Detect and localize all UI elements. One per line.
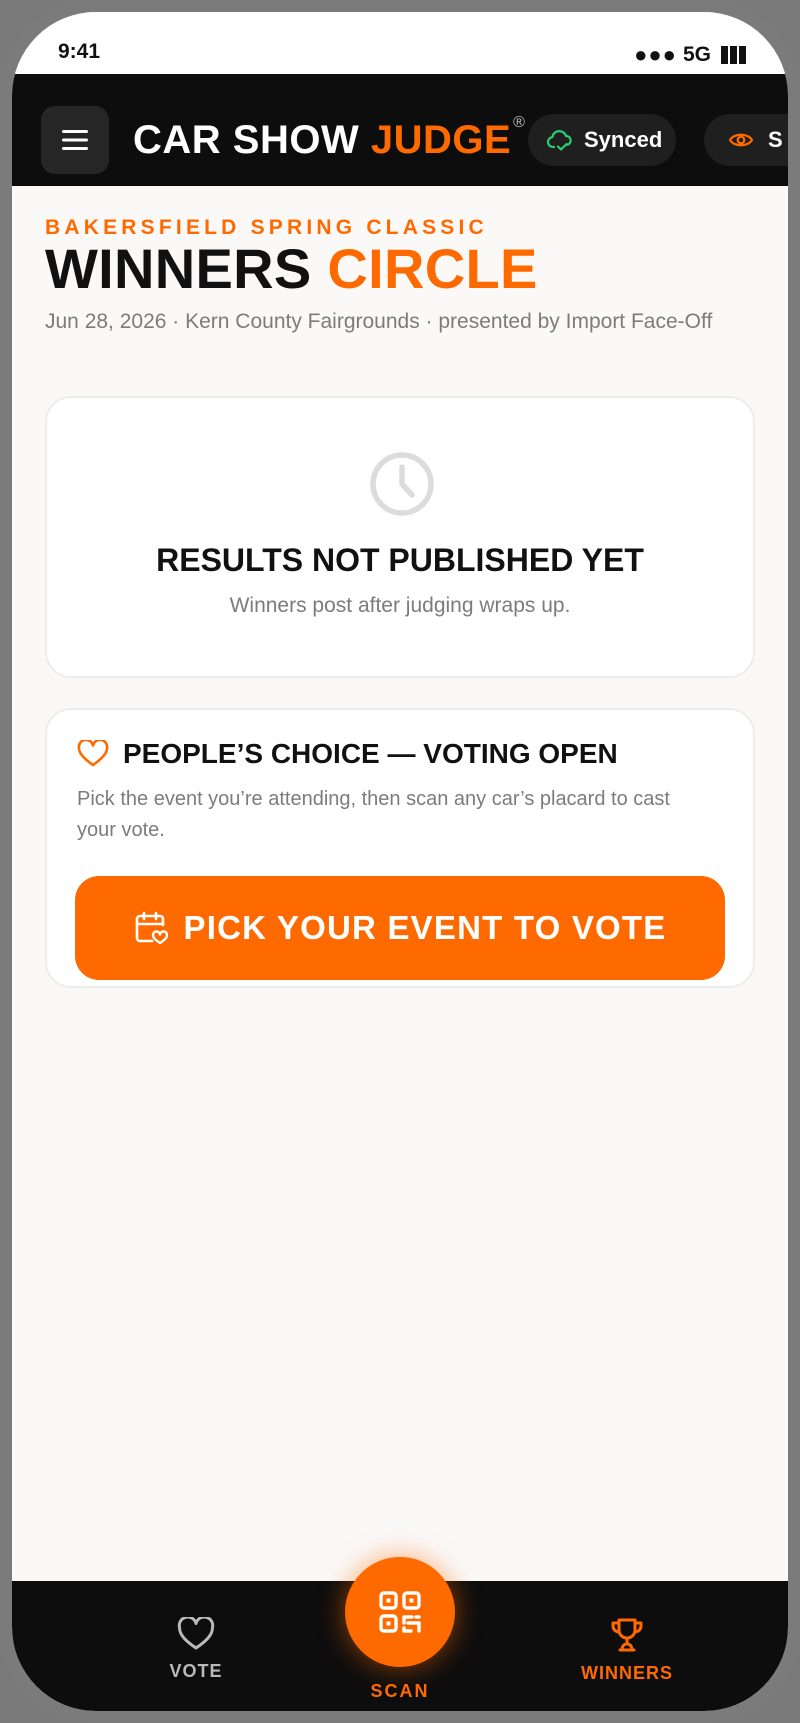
sync-status-pill[interactable]: Synced <box>528 114 676 166</box>
peoples-choice-card: PEOPLE’S CHOICE — VOTING OPEN Pick the e… <box>45 708 755 988</box>
status-time: 9:41 <box>58 40 101 63</box>
page-title: WINNERS CIRCLE <box>45 236 538 301</box>
network-label: 5G <box>682 43 711 66</box>
nav-vote-label: VOTE <box>169 1661 223 1681</box>
view-mode-pill[interactable]: S <box>704 114 788 166</box>
event-meta: Jun 28, 2026 · Kern County Fairgrounds ·… <box>45 310 713 333</box>
signal-icon: ●●● <box>634 42 677 67</box>
scan-label: SCAN <box>370 1681 430 1701</box>
cloud-check-icon <box>546 130 572 151</box>
brand-text: CAR SHOW <box>133 118 371 162</box>
scan-button[interactable] <box>345 1557 455 1667</box>
app-screen: 9:41 ●●● 5G CAR SHOW JUDGE ® Synced S BA… <box>12 12 788 1711</box>
pick-event-button-label: PICK YOUR EVENT TO VOTE <box>183 909 667 946</box>
results-status-title: RESULTS NOT PUBLISHED YET <box>156 542 644 578</box>
hamburger-menu-icon <box>62 130 88 150</box>
clock-icon <box>370 452 434 516</box>
nav-vote[interactable]: VOTE <box>96 1581 296 1711</box>
battery-icon <box>721 46 746 64</box>
registered-mark: ® <box>513 114 526 131</box>
heart-icon <box>77 740 109 767</box>
eye-icon <box>728 133 754 147</box>
menu-button[interactable] <box>41 106 109 174</box>
trophy-icon <box>611 1618 643 1652</box>
pick-event-button[interactable]: PICK YOUR EVENT TO VOTE <box>75 876 725 980</box>
status-bar: 9:41 ●●● 5G <box>12 12 788 74</box>
calendar-heart-icon <box>135 911 168 945</box>
qr-code-icon <box>379 1591 421 1633</box>
peoples-choice-header: PEOPLE’S CHOICE — VOTING OPEN <box>77 738 618 770</box>
peoples-choice-description: Pick the event you’re attending, then sc… <box>77 788 670 841</box>
sync-status-label: Synced <box>584 127 663 152</box>
nav-winners[interactable]: WINNERS <box>527 1581 727 1711</box>
page-title-text: WINNERS <box>45 237 328 300</box>
results-status-subtitle: Winners post after judging wraps up. <box>229 594 571 617</box>
view-mode-label: S <box>768 127 783 152</box>
app-brand: CAR SHOW JUDGE ® <box>133 114 525 163</box>
app-header: CAR SHOW JUDGE ® Synced S <box>12 74 788 186</box>
results-empty-card: RESULTS NOT PUBLISHED YET Winners post a… <box>45 396 755 678</box>
peoples-choice-title: PEOPLE’S CHOICE — VOTING OPEN <box>123 738 618 769</box>
status-indicators: ●●● 5G <box>634 42 746 68</box>
page-title-accent: CIRCLE <box>327 237 538 300</box>
heart-icon <box>177 1617 215 1650</box>
nav-winners-label: WINNERS <box>581 1663 673 1683</box>
brand-accent-text: JUDGE <box>370 118 512 162</box>
phone-frame: 9:41 ●●● 5G CAR SHOW JUDGE ® Synced S BA… <box>0 0 800 1723</box>
